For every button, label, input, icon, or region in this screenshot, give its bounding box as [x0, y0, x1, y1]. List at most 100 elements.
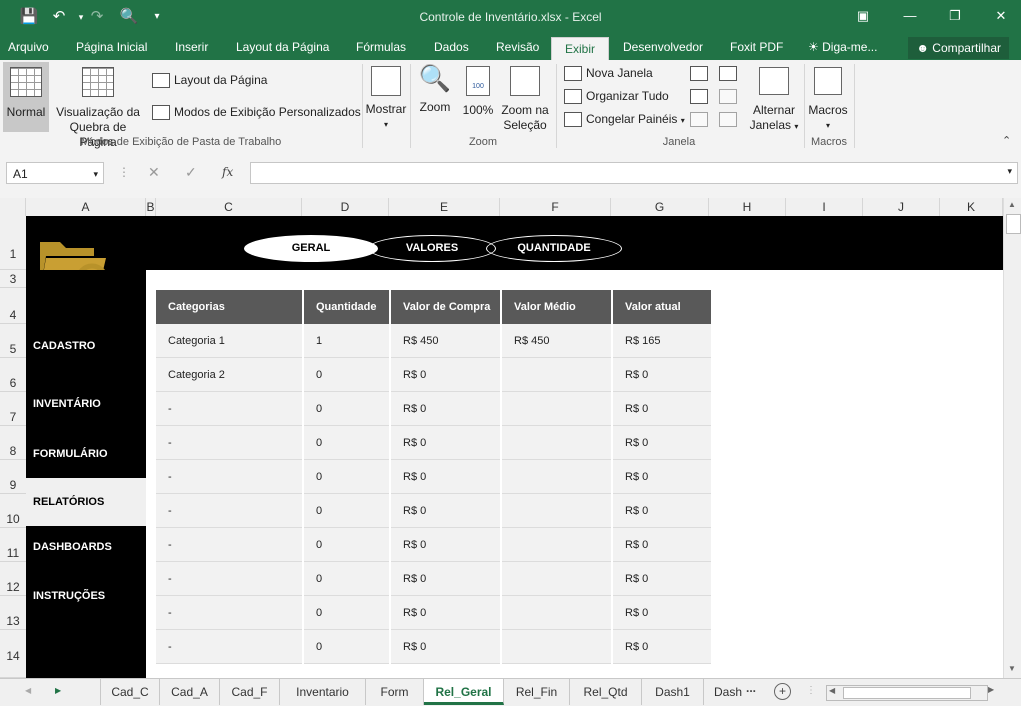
zoom-100-button[interactable]: 100 100%	[459, 62, 497, 132]
scroll-thumb[interactable]	[1006, 214, 1021, 234]
row-header-4[interactable]: 4	[0, 288, 26, 324]
cell[interactable]: 0	[303, 459, 391, 494]
collapse-ribbon-icon[interactable]: ⌃	[1002, 134, 1011, 147]
cell[interactable]: 0	[303, 425, 391, 460]
sheet-tab-rel-geral[interactable]: Rel_Geral	[424, 679, 504, 705]
column-header-c[interactable]: C	[156, 198, 302, 216]
freeze-panes-button[interactable]: Congelar Painéis ▾	[564, 109, 685, 129]
cell[interactable]: -	[156, 493, 304, 528]
normal-view-button[interactable]: Normal	[3, 62, 49, 132]
column-header-d[interactable]: D	[302, 198, 389, 216]
vertical-scrollbar[interactable]: ▲ ▼	[1003, 198, 1021, 678]
row-header-10[interactable]: 10	[0, 494, 26, 528]
row-header-9[interactable]: 9	[0, 460, 26, 494]
page-layout-button[interactable]: Layout da Página	[152, 70, 267, 90]
tab-arquivo[interactable]: Arquivo	[8, 36, 49, 60]
column-header-e[interactable]: E	[389, 198, 500, 216]
column-header-i[interactable]: I	[786, 198, 863, 216]
sidebar-item-formulario[interactable]: FORMULÁRIO	[26, 431, 146, 477]
custom-views-button[interactable]: Modos de Exibição Personalizados	[152, 102, 361, 122]
insert-function-icon[interactable]: fx	[222, 165, 233, 179]
sheet-tab-cad-f[interactable]: Cad_F	[220, 679, 280, 705]
sheet-tab-cad-a[interactable]: Cad_A	[160, 679, 220, 705]
name-box-dropdown-icon[interactable]: ▾	[93, 163, 98, 185]
tab-desenvolvedor[interactable]: Desenvolvedor	[623, 36, 703, 60]
row-header-3[interactable]: 3	[0, 270, 26, 288]
nav-pill-quantidade[interactable]: QUANTIDADE	[486, 235, 622, 262]
more-sheets-icon[interactable]: ...	[746, 681, 756, 695]
zoom-button[interactable]: 🔍 Zoom	[414, 62, 456, 132]
header-quantidade[interactable]: Quantidade	[303, 290, 391, 324]
macros-button[interactable]: Macros ▾	[806, 62, 850, 132]
page-break-view-button[interactable]: Visualização da Quebra de Página	[50, 62, 146, 149]
reset-window-icon[interactable]	[719, 112, 737, 127]
sheet-tab-form[interactable]: Form	[366, 679, 424, 705]
cell[interactable]: -	[156, 527, 304, 562]
cell[interactable]: Categoria 2	[156, 357, 304, 392]
cell[interactable]	[501, 629, 613, 664]
row-header-12[interactable]: 12	[0, 562, 26, 596]
cell[interactable]: R$ 0	[390, 425, 502, 460]
worksheet[interactable]: GERAL VALORES QUANTIDADE CADASTRO INVENT…	[26, 216, 1003, 678]
row-header-1[interactable]: 1	[0, 216, 26, 270]
cell[interactable]: R$ 0	[612, 459, 713, 494]
restore-icon[interactable]: ❐	[940, 4, 970, 28]
scroll-right-icon[interactable]: ▶	[988, 685, 994, 694]
scroll-down-icon[interactable]: ▼	[1008, 664, 1016, 673]
cell[interactable]: R$ 0	[612, 425, 713, 460]
cell[interactable]	[501, 425, 613, 460]
cell[interactable]: -	[156, 425, 304, 460]
name-box[interactable]: A1 ▾	[6, 162, 104, 184]
cell[interactable]: R$ 0	[612, 629, 713, 664]
tell-me-box[interactable]: ☀ Diga-me...	[808, 36, 877, 60]
row-header-13[interactable]: 13	[0, 596, 26, 630]
row-header-8[interactable]: 8	[0, 426, 26, 460]
cell[interactable]: R$ 0	[390, 527, 502, 562]
sheet-tab-inventario[interactable]: Inventario	[280, 679, 366, 705]
cell[interactable]: 0	[303, 629, 391, 664]
horizontal-scroll-thumb[interactable]	[843, 687, 971, 699]
tab-pagina-inicial[interactable]: Página Inicial	[76, 36, 147, 60]
enter-icon[interactable]: ✓	[185, 164, 197, 181]
cancel-icon[interactable]: ✕	[148, 164, 160, 181]
cell[interactable]: 0	[303, 391, 391, 426]
cell[interactable]: R$ 0	[390, 357, 502, 392]
cell[interactable]: -	[156, 561, 304, 596]
tab-revisao[interactable]: Revisão	[496, 36, 539, 60]
new-window-button[interactable]: Nova Janela	[564, 63, 653, 83]
cell[interactable]	[501, 391, 613, 426]
hide-icon[interactable]	[690, 89, 708, 104]
tab-dados[interactable]: Dados	[434, 36, 469, 60]
row-header-6[interactable]: 6	[0, 358, 26, 392]
sheet-tab-dash1[interactable]: Dash1	[642, 679, 704, 705]
next-sheet-icon[interactable]: ▶	[55, 686, 61, 695]
row-header-5[interactable]: 5	[0, 324, 26, 358]
column-header-k[interactable]: K	[940, 198, 1003, 216]
cell[interactable]: 1	[303, 324, 391, 358]
cell[interactable]	[501, 561, 613, 596]
cell[interactable]: -	[156, 391, 304, 426]
row-header-7[interactable]: 7	[0, 392, 26, 426]
select-all-corner[interactable]	[0, 198, 26, 216]
cell[interactable]: -	[156, 629, 304, 664]
cell[interactable]: R$ 450	[501, 324, 613, 358]
column-header-a[interactable]: A	[26, 198, 146, 216]
cell[interactable]: R$ 0	[390, 459, 502, 494]
tab-formulas[interactable]: Fórmulas	[356, 36, 406, 60]
header-valor-medio[interactable]: Valor Médio	[501, 290, 613, 324]
view-side-by-side-icon[interactable]	[719, 66, 737, 81]
cell[interactable]: R$ 165	[612, 324, 713, 358]
cell[interactable]: R$ 0	[612, 391, 713, 426]
cell[interactable]: R$ 0	[390, 391, 502, 426]
cell[interactable]: R$ 0	[612, 561, 713, 596]
prev-sheet-icon[interactable]: ◀	[25, 686, 31, 695]
column-header-f[interactable]: F	[500, 198, 611, 216]
sheet-tab-cad-c[interactable]: Cad_C	[100, 679, 160, 705]
cell[interactable]: R$ 0	[612, 357, 713, 392]
zoom-selection-button[interactable]: Zoom na Seleção	[498, 62, 552, 132]
cell[interactable]: R$ 0	[390, 629, 502, 664]
cell[interactable]: R$ 450	[390, 324, 502, 358]
column-header-b[interactable]: B	[146, 198, 156, 216]
nav-pill-valores[interactable]: VALORES	[368, 235, 496, 262]
sheet-tab-rel-fin[interactable]: Rel_Fin	[504, 679, 570, 705]
